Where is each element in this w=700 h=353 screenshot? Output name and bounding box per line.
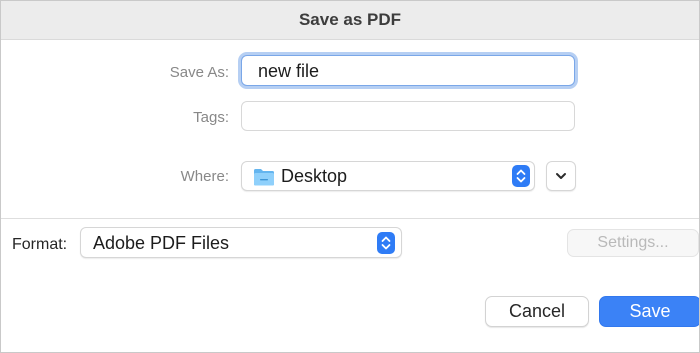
chevron-down-icon <box>556 173 566 179</box>
dialog-title: Save as PDF <box>298 10 402 29</box>
save-location-panel: Save As: new file Tags: Where: Desktop <box>1 40 699 218</box>
where-stepper-icon <box>512 165 530 187</box>
expand-button[interactable] <box>546 161 576 191</box>
where-popup[interactable]: Desktop <box>241 161 535 191</box>
save-as-pdf-dialog: Save as PDF Save As: new file Tags: Wher… <box>0 0 700 353</box>
save-button[interactable]: Save <box>599 296 699 327</box>
tags-field[interactable] <box>241 101 575 131</box>
save-as-field[interactable]: new file <box>241 55 575 86</box>
folder-icon <box>254 169 274 186</box>
save-as-value: new file <box>258 61 320 81</box>
format-stepper-icon <box>377 232 395 254</box>
cancel-button[interactable]: Cancel <box>485 296 589 327</box>
format-value: Adobe PDF Files <box>93 233 230 253</box>
settings-button[interactable]: Settings... <box>567 229 699 257</box>
save-as-label: Save As: <box>169 64 229 81</box>
where-label: Where: <box>180 168 229 185</box>
where-value: Desktop <box>281 166 348 186</box>
format-label: Format: <box>12 236 68 253</box>
format-popup[interactable]: Adobe PDF Files <box>80 227 402 258</box>
tags-label: Tags: <box>193 109 229 126</box>
options-panel: Format: Adobe PDF Files Settings... Canc… <box>1 218 699 352</box>
title-bar: Save as PDF <box>1 1 699 40</box>
